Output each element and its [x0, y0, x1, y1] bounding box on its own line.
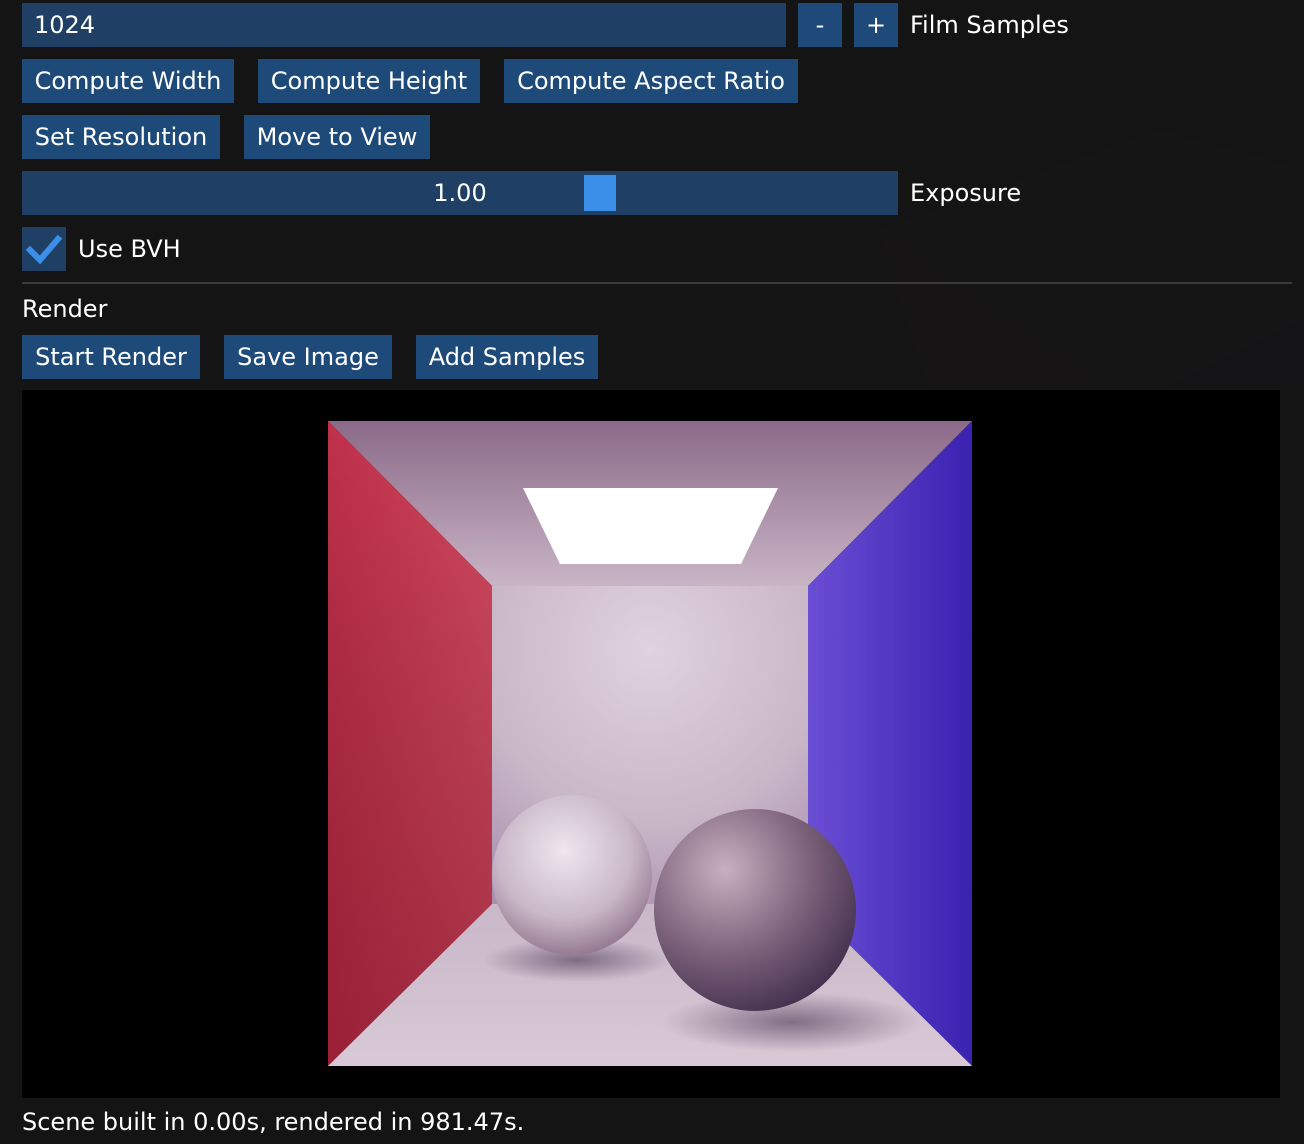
- compute-width-button[interactable]: Compute Width: [22, 59, 234, 103]
- use-bvh-checkbox[interactable]: [22, 227, 66, 271]
- checkmark-icon: [25, 234, 63, 265]
- section-divider: [22, 282, 1292, 284]
- render-section-header: Render: [22, 295, 108, 323]
- set-resolution-button[interactable]: Set Resolution: [22, 115, 220, 159]
- exposure-value: 1.00: [433, 179, 487, 207]
- rendered-image: [328, 421, 972, 1066]
- render-output-viewport: [22, 390, 1280, 1098]
- save-image-button[interactable]: Save Image: [224, 335, 392, 379]
- film-samples-input[interactable]: 1024: [22, 3, 786, 47]
- film-samples-decrement-button[interactable]: -: [798, 3, 842, 47]
- exposure-slider[interactable]: 1.00: [22, 171, 898, 215]
- use-bvh-label: Use BVH: [78, 235, 181, 263]
- add-samples-button[interactable]: Add Samples: [416, 335, 598, 379]
- exposure-label: Exposure: [910, 179, 1022, 207]
- render-status-text: Scene built in 0.00s, rendered in 981.47…: [22, 1108, 525, 1136]
- render-settings-panel: 1024 - + Film Samples Compute Width Comp…: [0, 0, 1304, 1144]
- start-render-button[interactable]: Start Render: [22, 335, 200, 379]
- move-to-view-button[interactable]: Move to View: [244, 115, 430, 159]
- film-samples-increment-button[interactable]: +: [854, 3, 898, 47]
- compute-height-button[interactable]: Compute Height: [258, 59, 480, 103]
- compute-aspect-ratio-button[interactable]: Compute Aspect Ratio: [504, 59, 798, 103]
- film-samples-label: Film Samples: [910, 11, 1069, 39]
